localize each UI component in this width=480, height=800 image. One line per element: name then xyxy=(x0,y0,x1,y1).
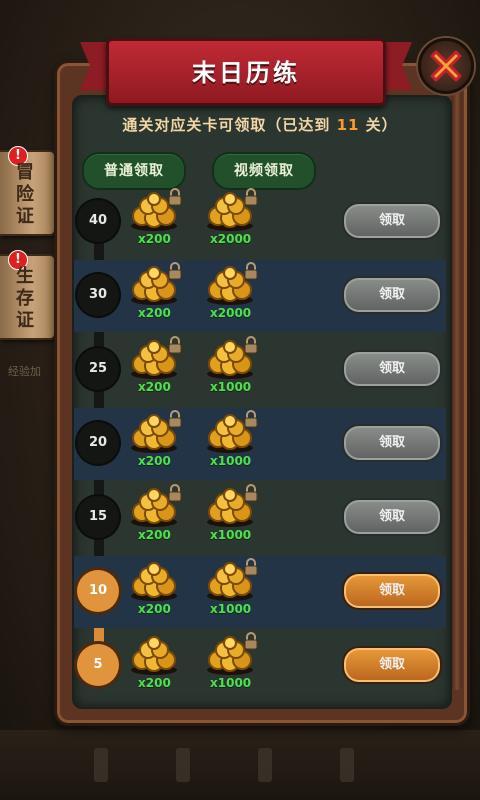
close-x-icon xyxy=(430,50,462,82)
tab-normal-claim[interactable]: 普通领取 xyxy=(82,152,186,190)
reward-row: 40 x200 x2000 领取 xyxy=(74,186,446,258)
claim-button[interactable]: 领取 xyxy=(342,424,442,462)
bottom-stub xyxy=(94,748,108,782)
side-tab-label: 生存证 xyxy=(16,266,34,331)
padlock-icon xyxy=(168,188,182,206)
normal-reward-qty: x200 xyxy=(138,232,171,246)
bottom-stub xyxy=(340,748,354,782)
padlock-icon xyxy=(244,484,258,502)
level-node: 5 xyxy=(77,644,119,686)
frame-pipe xyxy=(452,90,462,690)
tab-video-claim[interactable]: 视频领取 xyxy=(212,152,316,190)
level-node: 30 xyxy=(77,274,119,316)
gold-coin-pile-icon xyxy=(128,636,180,676)
reward-row: 15 x200 x1000 领取 xyxy=(74,482,446,554)
bottom-stub xyxy=(258,748,272,782)
page-title: 末日历练 xyxy=(192,59,300,87)
side-tab-adventure-pass[interactable]: ! 冒险证 xyxy=(0,146,56,236)
level-node: 25 xyxy=(77,348,119,390)
level-node: 20 xyxy=(77,422,119,464)
padlock-icon xyxy=(168,262,182,280)
reward-row: 25 x200 x1000 领取 xyxy=(74,334,446,406)
gold-coin-pile-icon xyxy=(128,562,180,602)
video-reward-qty: x1000 xyxy=(210,380,252,394)
claim-button[interactable]: 领取 xyxy=(342,202,442,240)
reward-row: 30 x200 x2000 领取 xyxy=(74,260,446,332)
level-node: 15 xyxy=(77,496,119,538)
video-reward-qty: x2000 xyxy=(210,306,252,320)
video-reward-qty: x2000 xyxy=(210,232,252,246)
claim-button[interactable]: 领取 xyxy=(342,350,442,388)
padlock-icon xyxy=(244,262,258,280)
claim-button[interactable]: 领取 xyxy=(342,498,442,536)
level-node: 10 xyxy=(77,570,119,612)
video-reward-qty: x1000 xyxy=(210,676,252,690)
normal-reward-qty: x200 xyxy=(138,676,171,690)
bottom-stub xyxy=(176,748,190,782)
claim-button[interactable]: 领取 xyxy=(342,276,442,314)
padlock-icon xyxy=(244,410,258,428)
video-reward-qty: x1000 xyxy=(210,602,252,616)
normal-reward-qty: x200 xyxy=(138,306,171,320)
normal-reward-qty: x200 xyxy=(138,602,171,616)
video-reward-qty: x1000 xyxy=(210,454,252,468)
claim-button[interactable]: 领取 xyxy=(342,572,442,610)
progress-info: 通关对应关卡可领取（已达到 11 关） xyxy=(72,114,448,135)
level-node: 40 xyxy=(77,200,119,242)
video-reward-qty: x1000 xyxy=(210,528,252,542)
padlock-icon xyxy=(168,484,182,502)
info-suffix: 关） xyxy=(359,116,398,134)
padlock-icon xyxy=(168,336,182,354)
side-exp-label: 经验加 xyxy=(8,365,41,378)
banner-body: 末日历练 xyxy=(106,38,386,106)
reward-row: 20 x200 x1000 领取 xyxy=(74,408,446,480)
normal-reward-qty: x200 xyxy=(138,380,171,394)
info-prefix: 通关对应关卡可领取（已达到 xyxy=(122,116,337,134)
close-button[interactable] xyxy=(418,38,474,94)
padlock-icon xyxy=(244,336,258,354)
normal-reward-qty: x200 xyxy=(138,454,171,468)
reached-level: 11 xyxy=(336,116,360,134)
reward-row: 10 x200 x1000 领取 xyxy=(74,556,446,628)
title-banner: 末日历练 xyxy=(80,38,412,106)
claim-button[interactable]: 领取 xyxy=(342,646,442,684)
side-tab-survival-pass[interactable]: ! 生存证 xyxy=(0,250,56,340)
normal-reward-qty: x200 xyxy=(138,528,171,542)
padlock-icon xyxy=(168,410,182,428)
padlock-icon xyxy=(244,188,258,206)
side-tab-label: 冒险证 xyxy=(16,162,34,227)
reward-row: 5 x200 x1000 领取 xyxy=(74,630,446,702)
bottom-strip xyxy=(0,730,480,800)
padlock-icon xyxy=(244,558,258,576)
padlock-icon xyxy=(244,632,258,650)
